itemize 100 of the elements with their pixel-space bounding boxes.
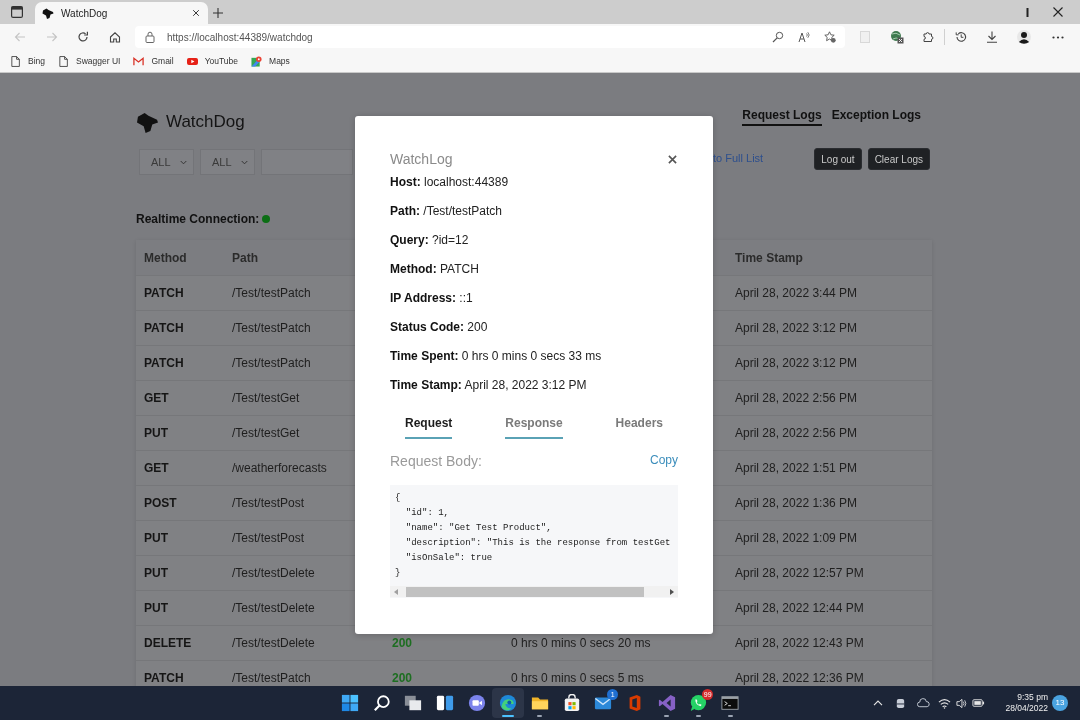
speaker-icon[interactable]	[956, 697, 968, 709]
table-cell: April 28, 2022 2:56 PM	[735, 391, 858, 405]
history-icon[interactable]	[955, 31, 967, 43]
address-bar[interactable]: https://localhost:44389/watchdog	[135, 26, 845, 48]
horizontal-scrollbar[interactable]	[390, 586, 678, 597]
table-cell: April 28, 2022 1:36 PM	[735, 496, 858, 510]
bookmark-link[interactable]: YouTube	[186, 55, 239, 67]
table-cell: April 28, 2022 12:36 PM	[735, 671, 864, 685]
clock-time[interactable]: 9:35 pm	[1017, 692, 1048, 703]
taskbar-button[interactable]	[492, 688, 525, 718]
map-pin-icon	[251, 55, 263, 67]
table-cell: April 28, 2022 3:12 PM	[735, 321, 858, 335]
action-button[interactable]: Log out	[814, 148, 862, 170]
tab-actions-icon[interactable]	[11, 6, 23, 18]
nav-link[interactable]: Request Logs	[742, 108, 822, 126]
detail-text: Path: /Test/testPatch	[390, 203, 504, 220]
envelope-m-icon	[133, 55, 145, 67]
table-cell: /Test/testPatch	[232, 286, 311, 300]
table-cell: April 28, 2022 2:56 PM	[735, 426, 858, 440]
table-cell: /Test/testDelete	[232, 566, 315, 580]
home-icon[interactable]	[109, 31, 121, 43]
bookmark-link[interactable]: Bing	[10, 55, 45, 67]
shopping-bag-icon	[562, 694, 581, 712]
terminal-icon	[721, 694, 740, 712]
scrollbar-thumb[interactable]	[406, 586, 644, 597]
bookmark-link[interactable]: Maps	[251, 55, 290, 67]
caret-icon	[241, 159, 248, 165]
tab[interactable]: Request	[405, 412, 453, 439]
zoom-icon[interactable]	[772, 31, 784, 43]
dog-head-icon	[42, 7, 54, 19]
swirl-icon	[499, 694, 518, 712]
action-button[interactable]: Clear Logs	[867, 148, 930, 170]
table-cell: April 28, 2022 3:44 PM	[735, 286, 858, 300]
search-icon	[372, 694, 391, 712]
read-aloud-icon[interactable]	[798, 31, 810, 43]
table-cell: PATCH	[144, 286, 184, 300]
camera-bubble-icon	[467, 694, 486, 712]
detail-text: Time Stamp: April 28, 2022 3:12 PM	[390, 377, 588, 394]
table-cell: /weatherforecasts	[232, 461, 327, 475]
table-cell: April 28, 2022 1:09 PM	[735, 531, 858, 545]
table-cell: 0 hrs 0 mins 0 secs 20 ms	[511, 636, 651, 650]
table-cell: April 28, 2022 12:43 PM	[735, 636, 864, 650]
browser-tab[interactable]: WatchDog	[35, 2, 208, 24]
bookmark-link[interactable]: Gmail	[133, 55, 174, 67]
column-header: Time Stamp	[735, 250, 803, 265]
close-icon[interactable]	[192, 9, 200, 17]
caret-icon	[180, 159, 187, 165]
close-icon[interactable]	[1053, 7, 1063, 17]
reload-icon[interactable]	[77, 31, 89, 43]
nav-link[interactable]: Exception Logs	[831, 108, 921, 126]
bookmark-link[interactable]: Swagger UI	[58, 55, 121, 67]
panels-icon	[435, 694, 454, 712]
table-cell: April 28, 2022 12:57 PM	[735, 566, 864, 580]
tab[interactable]: Headers	[615, 412, 663, 439]
table-cell: /Test/testPatch	[232, 356, 311, 370]
wifi-icon[interactable]	[938, 697, 952, 709]
profile-avatar-icon[interactable]	[1017, 30, 1031, 44]
table-cell: DELETE	[144, 636, 192, 650]
scroll-right-icon[interactable]	[670, 588, 674, 595]
chevron-up-icon[interactable]	[873, 700, 884, 706]
column-header: Path	[232, 250, 258, 265]
dog-head-icon	[136, 111, 159, 133]
table-cell: /Test/testGet	[232, 391, 300, 405]
table-cell: April 28, 2022 12:44 PM	[735, 601, 864, 615]
overlapping-windows-icon	[404, 694, 423, 712]
table-cell: PUT	[144, 426, 168, 440]
table-cell: April 28, 2022 1:51 PM	[735, 461, 858, 475]
copy-link[interactable]: Copy	[650, 453, 678, 467]
clock-date[interactable]: 28/04/2022	[1005, 703, 1048, 714]
download-icon[interactable]	[986, 31, 998, 43]
puzzle-icon[interactable]	[922, 31, 934, 43]
code-text: { "id": 1, "name": "Get Test Product", "description": "This is the response from testGet "isOnSale": true }	[394, 492, 672, 580]
detail-text: IP Address: ::1	[390, 290, 474, 307]
table-cell: /Test/testPatch	[232, 671, 311, 685]
favorites-star-icon[interactable]	[824, 31, 836, 43]
table-cell: /Test/testDelete	[232, 601, 315, 615]
section-title: Request Body:	[390, 453, 482, 469]
table-cell: PUT	[144, 531, 168, 545]
connection-label: Realtime Connection:	[136, 212, 260, 226]
table-cell: PATCH	[144, 671, 184, 685]
plus-icon[interactable]	[213, 8, 223, 18]
infinity-icon	[657, 694, 676, 712]
page-icon	[10, 55, 21, 67]
window-control-icon[interactable]	[1026, 8, 1029, 17]
table-cell: 0 hrs 0 mins 0 secs 5 ms	[511, 671, 644, 685]
four-squares-icon	[340, 694, 359, 712]
table-cell: PATCH	[144, 321, 184, 335]
table-cell: /Test/testGet	[232, 426, 300, 440]
table-cell: POST	[144, 496, 177, 510]
tab[interactable]: Response	[505, 412, 563, 439]
close-icon[interactable]	[668, 154, 677, 164]
brand-name: WatchDog	[166, 112, 245, 132]
drive-icon[interactable]	[895, 697, 907, 709]
globe-extension-icon[interactable]	[890, 30, 904, 44]
cloud-icon[interactable]	[917, 698, 931, 708]
table-cell: /Test/testPost	[232, 496, 305, 510]
table-cell: PUT	[144, 601, 168, 615]
more-icon[interactable]	[1052, 35, 1064, 39]
battery-icon[interactable]	[972, 698, 986, 708]
table-cell: PATCH	[144, 356, 184, 370]
